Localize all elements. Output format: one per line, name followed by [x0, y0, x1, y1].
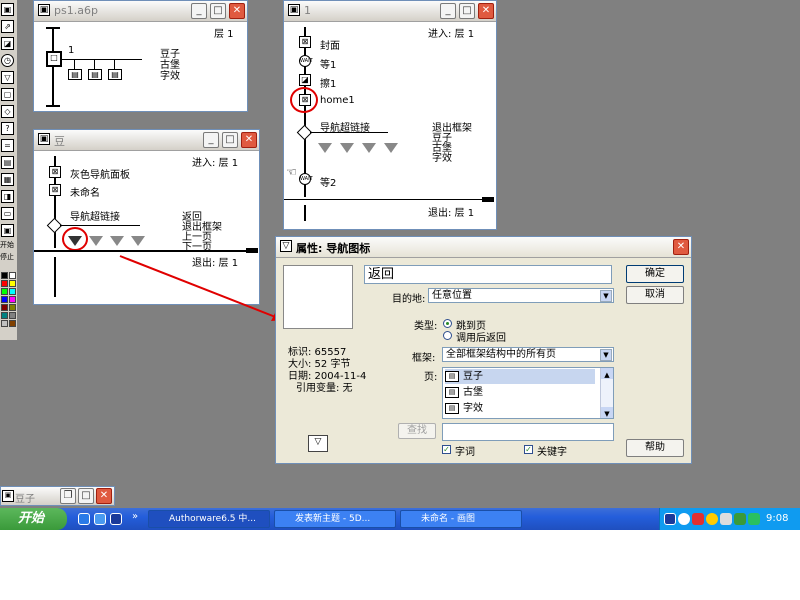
tray-network-icon[interactable] [734, 513, 746, 525]
list-item[interactable]: ▤ 字效 [445, 401, 595, 416]
task-paint[interactable]: 未命名 - 画图 [400, 510, 522, 528]
ie-icon[interactable] [78, 513, 90, 525]
map-icon: ▤ [445, 386, 459, 398]
task-forum[interactable]: 发表新主题 - 5D... [274, 510, 396, 528]
tray-qq-icon[interactable] [706, 513, 718, 525]
list-item-label: 古堡 [463, 387, 483, 398]
chevron-down-icon[interactable]: ▼ [600, 349, 612, 361]
call-return-radio-label[interactable]: 调用后返回 [456, 329, 506, 344]
tray-arrow-icon[interactable] [678, 513, 690, 525]
list-item[interactable]: ▤ 古堡 [445, 385, 595, 400]
list-item-label: 字效 [463, 403, 483, 414]
taskbar: 开始 » Authorware6.5 中... 发表新主题 - 5D... 未命… [0, 508, 800, 530]
jump-radio[interactable] [443, 319, 452, 328]
dialog-title: 属性: 导航图标 [296, 242, 371, 255]
title-bar[interactable]: ▽ 属性: 导航图标 ✕ [276, 237, 691, 258]
map-icon: ▤ [445, 370, 459, 382]
maximize-button[interactable]: □ [78, 488, 94, 504]
help-button[interactable]: 帮助 [626, 439, 684, 457]
quicklaunch-icon[interactable] [110, 513, 122, 525]
quicklaunch-more-icon[interactable]: » [132, 511, 138, 522]
page-list[interactable]: ▤ 豆子 ▤ 古堡 ▤ 字效 ▲ ▼ [442, 367, 614, 419]
restore-button[interactable]: ❐ [60, 488, 76, 504]
tray-update-icon[interactable] [748, 513, 760, 525]
keyword-checkbox[interactable]: ✓ [524, 445, 533, 454]
browser-icon[interactable] [94, 513, 106, 525]
close-button[interactable]: ✕ [96, 488, 112, 504]
navigate-icon: ▽ [280, 240, 292, 252]
ref-info: 引用变量: 无 [296, 383, 353, 394]
navigate-properties-dialog[interactable]: ▽ 属性: 导航图标 ✕ 标识: 65557 大小: 52 字节 日期: 200… [275, 236, 692, 464]
type-label: 类型: [414, 321, 438, 332]
list-item[interactable]: ▤ 豆子 [445, 369, 595, 384]
find-input[interactable] [442, 423, 614, 441]
frame-label: 框架: [412, 353, 436, 364]
destination-value: 任意位置 [432, 290, 472, 301]
minimized-window-douzi[interactable]: ▣ 豆子 ❐ □ ✕ [0, 486, 115, 506]
tray-app-icon[interactable] [664, 513, 676, 525]
start-button[interactable]: 开始 [0, 508, 67, 530]
navigate-icon[interactable]: ▽ [308, 435, 328, 452]
task-label: Authorware6.5 中... [169, 514, 256, 524]
word-checkbox-label[interactable]: 字词 [455, 443, 475, 458]
scroll-up-icon[interactable]: ▲ [601, 368, 613, 379]
system-tray: 9:08 [659, 508, 800, 530]
keyword-checkbox-label[interactable]: 关键字 [537, 443, 567, 458]
framework-icon: ▣ [2, 490, 14, 502]
frame-value: 全部框架结构中的所有页 [446, 349, 556, 360]
frame-select[interactable]: 全部框架结构中的所有页 ▼ [442, 347, 614, 362]
clock[interactable]: 9:08 [766, 513, 788, 524]
window-title: 豆子 [15, 494, 35, 505]
cancel-button[interactable]: 取消 [626, 286, 684, 304]
task-label: 发表新主题 - 5D... [295, 514, 371, 524]
tray-cn-icon[interactable] [692, 513, 704, 525]
close-button[interactable]: ✕ [673, 239, 689, 255]
list-item-label: 豆子 [463, 371, 483, 382]
icon-name-input[interactable]: 返回 [364, 265, 612, 284]
scroll-down-icon[interactable]: ▼ [601, 407, 613, 418]
start-label: 开始 [18, 511, 45, 526]
page-label: 页: [424, 372, 438, 383]
ok-button[interactable]: 确定 [626, 265, 684, 283]
task-label: 未命名 - 画图 [421, 514, 475, 524]
map-icon: ▤ [445, 402, 459, 414]
destination-select[interactable]: 任意位置 ▼ [428, 288, 614, 303]
destination-label: 目的地: [392, 294, 426, 305]
find-button[interactable]: 查找 [398, 423, 436, 439]
tray-speaker-icon[interactable] [720, 513, 732, 525]
scrollbar[interactable]: ▲ ▼ [600, 368, 613, 418]
preview-pane [283, 265, 353, 329]
call-return-radio[interactable] [443, 331, 452, 340]
task-authorware[interactable]: Authorware6.5 中... [148, 510, 270, 528]
word-checkbox[interactable]: ✓ [442, 445, 451, 454]
chevron-down-icon[interactable]: ▼ [600, 290, 612, 302]
